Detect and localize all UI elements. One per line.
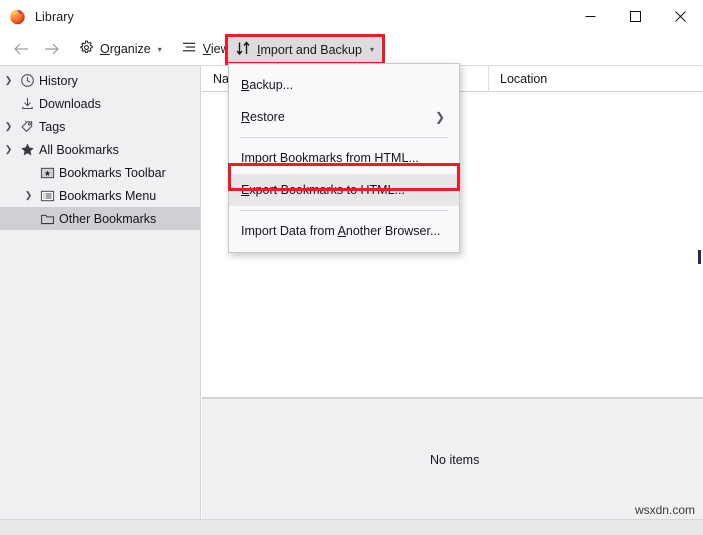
chevron-down-icon: ▾ [157, 44, 162, 54]
import-and-backup-menu: Backup... Restore ❯ Import Bookmarks fro… [228, 63, 460, 253]
twisty-placeholder [0, 92, 17, 115]
scrollbar-thumb[interactable] [698, 250, 701, 264]
folder-icon [37, 207, 57, 230]
window-title: Library [35, 9, 74, 24]
chevron-right-icon[interactable]: ❯ [0, 69, 17, 92]
sidebar-item-other-bookmarks[interactable]: Other Bookmarks [0, 207, 200, 230]
sidebar-item-bookmarks-menu[interactable]: ❯ Bookmarks Menu [0, 184, 200, 207]
firefox-logo-icon [9, 8, 26, 25]
download-icon [17, 92, 37, 115]
organize-label: Organize [100, 42, 151, 56]
menu-item-backup[interactable]: Backup... [229, 69, 459, 101]
close-button[interactable] [658, 0, 703, 33]
sidebar-item-label: Bookmarks Menu [59, 188, 157, 203]
sidebar-item-downloads[interactable]: Downloads [0, 92, 200, 115]
sidebar-item-label: Tags [39, 119, 66, 134]
clock-icon [17, 69, 37, 92]
sidebar-item-label: All Bookmarks [39, 142, 119, 157]
title-bar: Library [0, 0, 703, 33]
sidebar-item-label: Bookmarks Toolbar [59, 165, 166, 180]
list-view-icon [182, 41, 197, 57]
sidebar-tree: ❯ History Downloads ❯ Tags ❯ All Bookmar… [0, 66, 201, 519]
import-and-backup-button[interactable]: Import and Backup ▾ [225, 34, 385, 65]
status-bar [0, 519, 703, 535]
twisty-placeholder [20, 161, 37, 184]
bookmarks-toolbar-icon [37, 161, 57, 184]
twisty-placeholder [20, 207, 37, 230]
menu-item-import-data-from-another-browser[interactable]: Import Data from Another Browser... [229, 215, 459, 247]
sidebar-item-all-bookmarks[interactable]: ❯ All Bookmarks [0, 138, 200, 161]
menu-item-label: Restore [241, 110, 285, 124]
sidebar-item-label: History [39, 73, 78, 88]
gear-icon [79, 40, 94, 58]
menu-separator [240, 210, 448, 211]
bookmarks-menu-icon [37, 184, 57, 207]
sidebar-item-label: Downloads [39, 96, 101, 111]
back-button[interactable] [6, 36, 36, 62]
chevron-right-icon[interactable]: ❯ [20, 184, 37, 207]
maximize-button[interactable] [613, 0, 658, 33]
column-header-location[interactable]: Location [489, 66, 703, 92]
import-export-arrows-icon [236, 40, 250, 59]
menu-item-label: Import Bookmarks from HTML... [241, 151, 419, 165]
menu-item-label: Backup... [241, 78, 294, 92]
detail-pane: No items wsxdn.com [202, 399, 703, 519]
library-window: Library Organize ▾ Views Import and Back… [0, 0, 703, 535]
tag-icon [17, 115, 37, 138]
sidebar-item-history[interactable]: ❯ History [0, 69, 200, 92]
menu-item-label: Import Data from Another Browser... [241, 224, 441, 238]
menu-item-restore[interactable]: Restore ❯ [229, 101, 459, 133]
watermark-text: wsxdn.com [634, 503, 695, 517]
sidebar-item-label: Other Bookmarks [59, 211, 157, 226]
import-and-backup-label: Import and Backup [257, 42, 362, 57]
chevron-down-icon[interactable]: ❯ [0, 138, 17, 161]
menu-item-import-bookmarks-from-html[interactable]: Import Bookmarks from HTML... [229, 142, 459, 174]
menu-item-export-bookmarks-to-html[interactable]: Export Bookmarks to HTML... [229, 174, 459, 206]
content-scrollbar[interactable] [696, 92, 703, 398]
sidebar-item-tags[interactable]: ❯ Tags [0, 115, 200, 138]
chevron-right-icon: ❯ [434, 110, 445, 124]
title-bar-left: Library [0, 8, 74, 25]
forward-button[interactable] [36, 36, 66, 62]
chevron-down-icon: ▾ [369, 45, 374, 54]
chevron-right-icon[interactable]: ❯ [0, 115, 17, 138]
star-icon [17, 138, 37, 161]
menu-item-label: Export Bookmarks to HTML... [241, 183, 405, 197]
sidebar-item-bookmarks-toolbar[interactable]: Bookmarks Toolbar [0, 161, 200, 184]
minimize-button[interactable] [568, 0, 613, 33]
no-items-label: No items [430, 453, 480, 467]
window-controls [568, 0, 703, 33]
menu-separator [240, 137, 448, 138]
organize-button[interactable]: Organize ▾ [72, 36, 169, 62]
